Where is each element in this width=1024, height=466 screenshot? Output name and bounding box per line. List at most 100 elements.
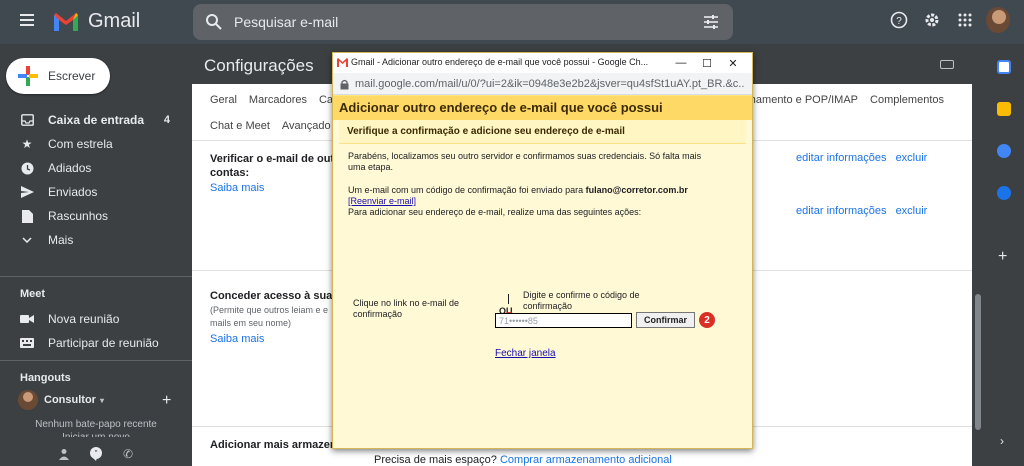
draft-icon [20,209,34,223]
popup-subheading: Verifique a confirmação e adicione seu e… [339,120,746,144]
confirmation-code-input[interactable] [495,313,632,328]
sidebar-item-label: Caixa de entrada [48,113,145,127]
search-icon[interactable] [205,13,223,31]
help-icon[interactable]: ? [887,8,911,32]
popup-title: Gmail - Adicionar outro endereço de e-ma… [351,57,649,67]
chevron-right-icon[interactable]: › [1000,434,1004,448]
tasks-icon[interactable] [997,144,1011,158]
sidebar-item-inbox[interactable]: Caixa de entrada 4 [0,108,192,132]
account-avatar[interactable] [986,7,1010,33]
clock-icon [20,161,34,175]
close-icon[interactable]: ✕ [720,55,746,71]
confirm-button[interactable]: Confirmar [636,312,695,328]
plus-icon [18,66,38,86]
join-meeting-button[interactable]: Participar de reunião [20,336,159,350]
tab-forwarding-pop-imap[interactable]: namento e POP/IMAP [750,94,858,106]
popup-window: Gmail - Adicionar outro endereço de e-ma… [332,52,753,449]
edit-info-link[interactable]: editar informações [796,152,887,164]
calendar-icon[interactable] [997,60,1011,74]
hangouts-note-line2[interactable]: Iniciar um novo [0,431,192,437]
tab-addons[interactable]: Complementos [870,94,944,106]
hangouts-empty-note: Nenhum bate-papo recente Iniciar um novo [0,418,192,437]
settings-tabs-right: namento e POP/IMAP Complementos [738,94,944,106]
settings-tabs-row2: Chat e Meet Avançado [210,120,343,132]
url-text[interactable]: mail.google.com/mail/u/0/?ui=2&ik=0948e3… [355,78,745,90]
scrollbar[interactable] [972,44,984,466]
svg-text:": " [95,449,98,458]
minimize-icon[interactable]: — [668,55,694,71]
filter-options-icon[interactable] [703,14,719,30]
resend-email-label[interactable]: [Reenviar e-mail] [348,196,416,206]
person-icon[interactable] [54,444,74,464]
search-input[interactable]: Pesquisar e-mail [234,14,338,30]
gmail-logo-icon[interactable] [52,11,80,33]
delete-link[interactable]: excluir [896,152,928,164]
popup-body: Adicionar outro endereço de e-mail que v… [333,96,752,448]
success-message-line1: Parabéns, localizamos seu outro servidor… [348,151,702,161]
search-bar[interactable]: Pesquisar e-mail [193,4,733,40]
success-message: Parabéns, localizamos seu outro servidor… [348,151,701,173]
sidebar: Escrever Caixa de entrada 4 ★ Com estrel… [0,44,192,466]
add-addon-icon[interactable]: + [998,248,1007,266]
hangouts-section-title: Hangouts [20,372,71,384]
new-meeting-button[interactable]: Nova reunião [20,312,119,326]
storage-note: Precisa de mais espaço? Comprar armazena… [374,454,672,466]
popup-heading: Adicionar outro endereço de e-mail que v… [333,96,752,120]
grant-access-text-line2: mails em seu nome) [210,318,292,328]
menu-icon[interactable] [20,14,34,26]
contacts-icon[interactable] [997,186,1011,200]
account-actions-1: editar informações excluir [796,152,933,164]
learn-more-link[interactable]: Saiba mais [210,333,264,345]
popup-titlebar[interactable]: Gmail - Adicionar outro endereço de e-ma… [333,53,752,73]
apps-grid-icon[interactable] [953,8,977,32]
keep-icon[interactable] [997,102,1011,116]
sidebar-item-sent[interactable]: Enviados [0,180,192,204]
sidebar-item-more[interactable]: Mais [0,228,192,252]
keyboard-icon [20,338,34,348]
grant-access-section-title: Conceder acesso à sua c [210,290,342,302]
learn-more-link[interactable]: Saiba mais [210,182,264,194]
hangouts-toolbar: " ✆ [0,442,192,466]
sidebar-item-label: Mais [48,233,74,247]
sidebar-item-snoozed[interactable]: Adiados [0,156,192,180]
resend-email-link[interactable]: [Reenviar e-mail] [348,196,416,207]
edit-info-link[interactable]: editar informações [796,205,887,217]
tab-advanced[interactable]: Avançado [282,120,331,132]
new-meeting-label: Nova reunião [48,312,120,326]
sidebar-item-drafts[interactable]: Rascunhos [0,204,192,228]
scrollbar-thumb[interactable] [975,294,981,430]
svg-text:?: ? [896,16,902,27]
tab-chat-meet[interactable]: Chat e Meet [210,120,270,132]
close-window-link[interactable]: Fechar janela [495,348,556,359]
gear-icon[interactable] [920,8,944,32]
add-chat-icon[interactable]: + [162,392,171,410]
caret-down-icon: ▾ [99,395,104,405]
grant-access-text-line1: (Permite que outros leiam e e [210,305,329,315]
tab-inbox[interactable]: Ca [319,94,333,106]
app-name[interactable]: Gmail [88,10,140,33]
phone-icon[interactable]: ✆ [118,444,138,464]
address-bar[interactable]: mail.google.com/mail/u/0/?ui=2&ik=0948e3… [333,73,752,95]
option-enter-code: Digite e confirme o código de confirmaçã… [523,290,640,311]
tab-labels[interactable]: Marcadores [249,94,307,106]
compose-button[interactable]: Escrever [6,58,110,94]
hangouts-user-name: Consultor [44,394,96,406]
account-actions-2: editar informações excluir [796,205,933,217]
sidebar-item-starred[interactable]: ★ Com estrela [0,132,192,156]
hangouts-user[interactable]: Consultor ▾ [18,390,104,410]
delete-link[interactable]: excluir [896,205,928,217]
target-email: fulano@corretor.com.br [585,185,688,195]
input-tools-icon[interactable] [940,60,954,69]
tab-general[interactable]: Geral [210,94,237,106]
send-icon [20,185,34,199]
star-icon: ★ [21,137,33,151]
check-mail-section-title: Verificar o e-mail de outr contas: [210,152,338,180]
sent-code-message: Um e-mail com um código de confirmação f… [348,185,688,196]
hangouts-note-line1: Nenhum bate-papo recente [35,419,157,430]
chat-bubble-icon[interactable]: " [86,444,106,464]
buy-storage-link[interactable]: Comprar armazenamento adicional [500,454,672,466]
maximize-icon[interactable]: ☐ [694,55,720,71]
sidebar-item-label: Rascunhos [48,209,109,223]
nav-list: Caixa de entrada 4 ★ Com estrela Adiados… [0,108,192,252]
add-storage-section-title: Adicionar mais armazena [210,439,343,451]
